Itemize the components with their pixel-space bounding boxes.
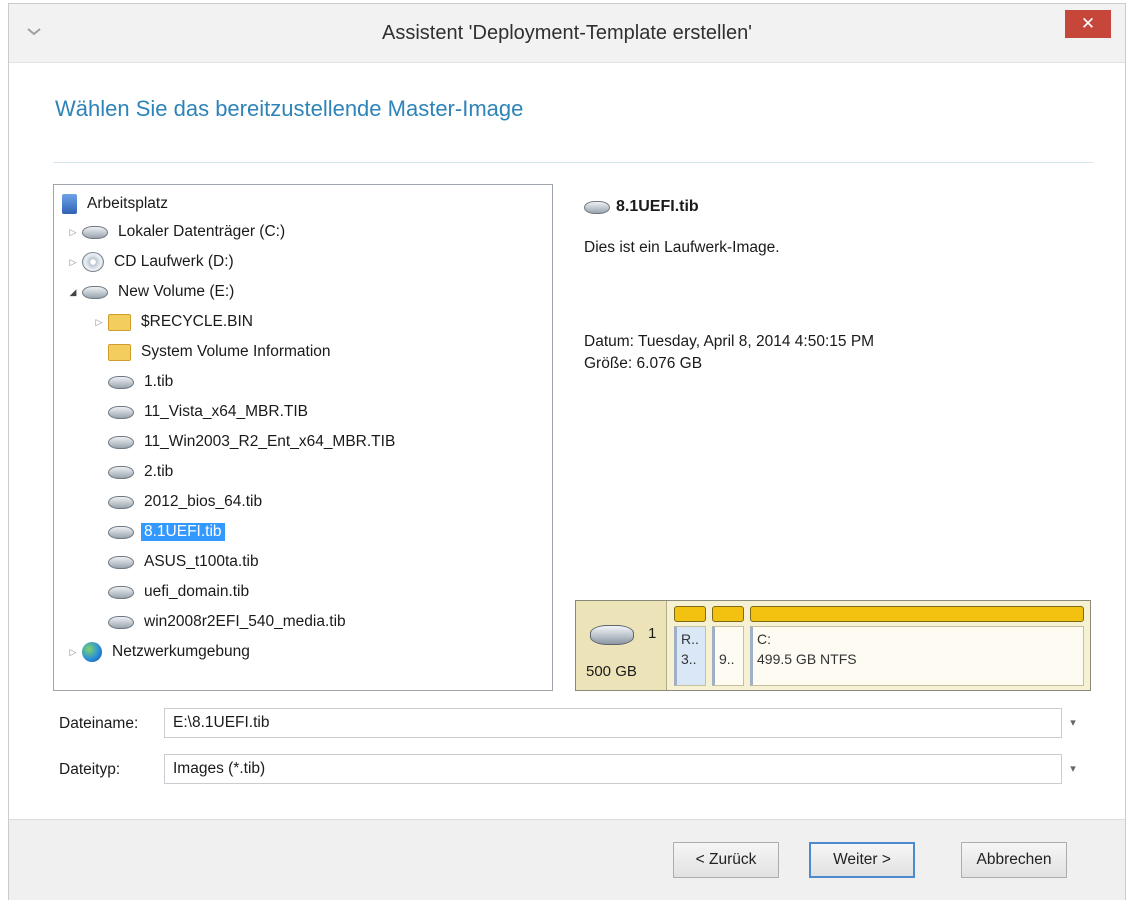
tree-item-label: 11_Vista_x64_MBR.TIB xyxy=(144,403,308,420)
tree-item-arbeitsplatz[interactable]: Arbeitsplatz xyxy=(62,191,168,217)
partition-info: R.. 3.. xyxy=(674,626,706,686)
title-bar: Assistent 'Deployment-Template erstellen… xyxy=(9,4,1125,63)
disk-number: 1 xyxy=(648,625,657,642)
filetype-label: Dateityp: xyxy=(59,761,121,778)
tree-item-file[interactable]: 1.tib xyxy=(108,369,173,395)
tree-item-file[interactable]: 11_Vista_x64_MBR.TIB xyxy=(108,399,308,425)
tree-item-file[interactable]: win2008r2EFI_540_media.tib xyxy=(108,609,346,635)
tree-item-label: Lokaler Datenträger (C:) xyxy=(118,223,286,240)
tree-item-file[interactable]: ASUS_t100ta.tib xyxy=(108,549,259,575)
partition-1[interactable]: R.. 3.. xyxy=(674,606,706,686)
tree-item-label: 2.tib xyxy=(144,463,174,480)
heading-separator xyxy=(53,162,1093,163)
image-file-icon xyxy=(108,525,134,539)
disk-map: 1 500 GB R.. 3.. 9.. C: 499.5 GB NTFS xyxy=(575,600,1091,691)
folder-icon xyxy=(108,343,131,361)
folder-icon xyxy=(108,313,131,331)
tree-item-label: New Volume (E:) xyxy=(118,283,235,300)
tree-item-label: Arbeitsplatz xyxy=(87,195,168,212)
image-file-icon xyxy=(584,200,610,214)
tree-item-file[interactable]: 11_Win2003_R2_Ent_x64_MBR.TIB xyxy=(108,429,395,455)
computer-icon xyxy=(62,194,77,214)
partition-label: R.. xyxy=(681,631,699,647)
image-file-icon xyxy=(108,405,134,419)
cd-drive-icon xyxy=(82,252,104,272)
wizard-window: Assistent 'Deployment-Template erstellen… xyxy=(8,3,1126,900)
tree-item-label: System Volume Information xyxy=(141,343,331,360)
tree-item-label: uefi_domain.tib xyxy=(144,583,250,600)
network-icon xyxy=(82,642,102,662)
tree-item-label: CD Laufwerk (D:) xyxy=(114,253,234,270)
filename-field[interactable]: E:\8.1UEFI.tib xyxy=(164,708,1062,738)
disk-capacity: 500 GB xyxy=(586,663,637,680)
page-heading: Wählen Sie das bereitzustellende Master-… xyxy=(55,96,524,121)
tree-item-label: Netzwerkumgebung xyxy=(112,643,250,660)
filename-dropdown-icon[interactable]: ▾ xyxy=(1067,716,1079,729)
filename-label: Dateiname: xyxy=(59,715,139,732)
partition-bar xyxy=(750,606,1084,622)
image-file-icon xyxy=(108,465,134,479)
expand-arrow-icon[interactable]: ▷ xyxy=(68,647,78,658)
info-description: Dies ist ein Laufwerk-Image. xyxy=(584,239,780,256)
drive-icon xyxy=(82,285,108,299)
tree-item-file[interactable]: 2012_bios_64.tib xyxy=(108,489,262,515)
cancel-button[interactable]: Abbrechen xyxy=(961,842,1067,878)
partition-size: 9.. xyxy=(719,651,735,667)
next-button[interactable]: Weiter > xyxy=(809,842,915,878)
partition-info: 9.. xyxy=(712,626,744,686)
expand-arrow-icon[interactable]: ▷ xyxy=(68,257,78,268)
tree-item-file[interactable]: 2.tib xyxy=(108,459,173,485)
tree-item-new-volume[interactable]: ◢ New Volume (E:) xyxy=(68,279,235,305)
partition-3[interactable]: C: 499.5 GB NTFS xyxy=(750,606,1084,686)
partition-2[interactable]: 9.. xyxy=(712,606,744,686)
drive-icon xyxy=(82,225,108,239)
tree-item-file[interactable]: uefi_domain.tib xyxy=(108,579,249,605)
button-bar: < Zurück Weiter > Abbrechen xyxy=(9,819,1125,900)
partition-info: C: 499.5 GB NTFS xyxy=(750,626,1084,686)
tree-item-label: $RECYCLE.BIN xyxy=(141,313,253,330)
disk-label: 1 500 GB xyxy=(576,601,667,690)
partition-bar xyxy=(674,606,706,622)
filetype-dropdown-icon[interactable]: ▾ xyxy=(1067,762,1079,775)
info-size: Größe: 6.076 GB xyxy=(584,355,703,372)
expand-arrow-icon[interactable]: ▷ xyxy=(94,317,104,328)
tree-item-label: 2012_bios_64.tib xyxy=(144,493,263,510)
tree-item-recycle-bin[interactable]: ▷ $RECYCLE.BIN xyxy=(94,309,253,335)
expand-arrow-icon[interactable]: ▷ xyxy=(68,227,78,238)
info-date: Datum: Tuesday, April 8, 2014 4:50:15 PM xyxy=(584,333,875,350)
hard-disk-icon xyxy=(590,625,634,645)
window-title: Assistent 'Deployment-Template erstellen… xyxy=(381,22,753,44)
partition-size: 3.. xyxy=(681,651,697,667)
partition-bar xyxy=(712,606,744,622)
tree-item-label: ASUS_t100ta.tib xyxy=(144,553,259,570)
tree-item-cd-drive[interactable]: ▷ CD Laufwerk (D:) xyxy=(68,249,234,275)
tree-item-label: 1.tib xyxy=(144,373,174,390)
folder-tree[interactable]: Arbeitsplatz ▷ Lokaler Datenträger (C:) … xyxy=(53,184,553,691)
image-file-icon xyxy=(108,435,134,449)
tree-item-file-selected[interactable]: 8.1UEFI.tib xyxy=(108,519,225,545)
info-file-name: 8.1UEFI.tib xyxy=(616,198,699,215)
filetype-select[interactable]: Images (*.tib) xyxy=(164,754,1062,784)
image-file-icon xyxy=(108,615,134,629)
image-file-icon xyxy=(108,375,134,389)
close-button[interactable]: ✕ xyxy=(1065,10,1111,38)
partition-label xyxy=(719,629,739,649)
tree-item-label: win2008r2EFI_540_media.tib xyxy=(144,613,346,630)
info-title: 8.1UEFI.tib xyxy=(584,198,699,216)
tree-item-system-volume-information[interactable]: System Volume Information xyxy=(108,339,331,365)
tree-item-label: 11_Win2003_R2_Ent_x64_MBR.TIB xyxy=(144,433,396,450)
back-button[interactable]: < Zurück xyxy=(673,842,779,878)
tree-item-drive-c[interactable]: ▷ Lokaler Datenträger (C:) xyxy=(68,219,286,245)
image-file-icon xyxy=(108,555,134,569)
tree-item-network[interactable]: ▷ Netzwerkumgebung xyxy=(68,639,250,665)
tree-item-label: 8.1UEFI.tib xyxy=(141,523,225,541)
image-file-icon xyxy=(108,585,134,599)
partition-size: 499.5 GB NTFS xyxy=(757,651,857,667)
collapse-arrow-icon[interactable]: ◢ xyxy=(68,287,78,298)
partition-label: C: xyxy=(757,631,771,647)
image-file-icon xyxy=(108,495,134,509)
